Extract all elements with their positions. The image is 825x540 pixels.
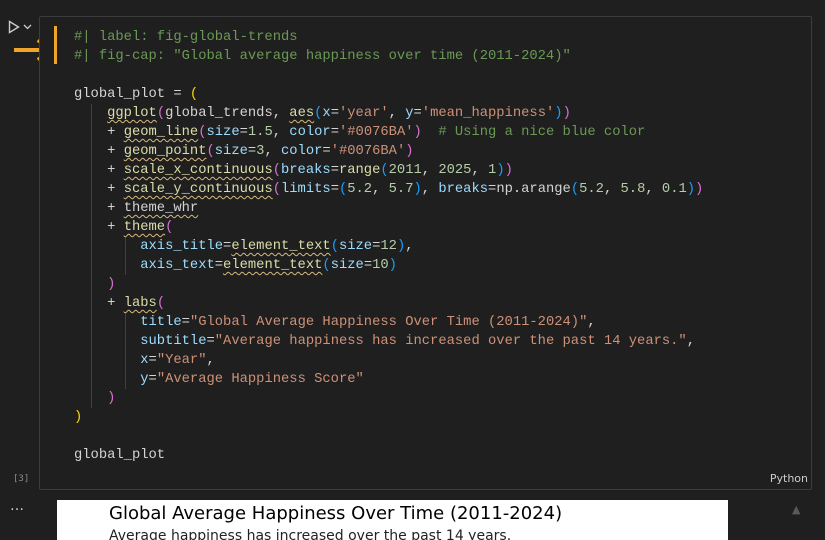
code-line: ) <box>107 391 116 406</box>
code-line: + geom_point(size=3, color='#0076BA') <box>74 144 414 159</box>
cell-gutter: [3] … <box>0 0 54 537</box>
code-line: axis_title=element_text(size=12), <box>140 239 414 254</box>
code-line: + theme( <box>74 220 174 235</box>
code-line: + theme_whr <box>74 201 199 216</box>
code-line: global_plot = ( <box>74 87 199 102</box>
code-line: global_plot <box>74 448 166 463</box>
code-line: ) <box>107 277 116 292</box>
code-line: + scale_x_continuous(breaks=range(2011, … <box>74 163 513 178</box>
code-line: subtitle="Average happiness has increase… <box>140 334 695 349</box>
ellipsis-icon[interactable]: … <box>10 498 25 514</box>
code-editor[interactable]: #| label: fig-global-trends #| fig-cap: "… <box>74 28 703 465</box>
code-line: #| label: fig-global-trends <box>74 30 298 45</box>
code-line: ) <box>74 410 83 425</box>
chevron-down-icon[interactable] <box>23 24 32 30</box>
play-icon[interactable] <box>8 20 20 34</box>
code-line: #| fig-cap: "Global average happiness ov… <box>74 49 571 64</box>
code-line: axis_text=element_text(size=10) <box>140 258 397 273</box>
execution-count: [3] <box>13 474 30 484</box>
cell-focus-indicator <box>54 26 57 64</box>
code-line: + scale_y_continuous(limits=(5.2, 5.7), … <box>74 182 704 197</box>
code-line: x="Year", <box>140 353 215 368</box>
code-line: title="Global Average Happiness Over Tim… <box>140 315 596 330</box>
plot-title: Global Average Happiness Over Time (2011… <box>109 503 563 524</box>
code-line: + geom_line(size=1.5, color='#0076BA') #… <box>74 125 646 140</box>
cell-output-plot: Global Average Happiness Over Time (2011… <box>57 500 728 540</box>
triangle-up-icon[interactable]: ▲ <box>792 503 800 516</box>
run-cell-button[interactable] <box>8 18 36 36</box>
code-line: y="Average Happiness Score" <box>140 372 364 387</box>
cell-language-label[interactable]: Python <box>770 472 808 485</box>
code-line: ggplot(global_trends, aes(x='year', y='m… <box>107 106 571 121</box>
plot-subtitle: Average happiness has increased over the… <box>109 528 512 540</box>
code-line: + labs( <box>74 296 166 311</box>
